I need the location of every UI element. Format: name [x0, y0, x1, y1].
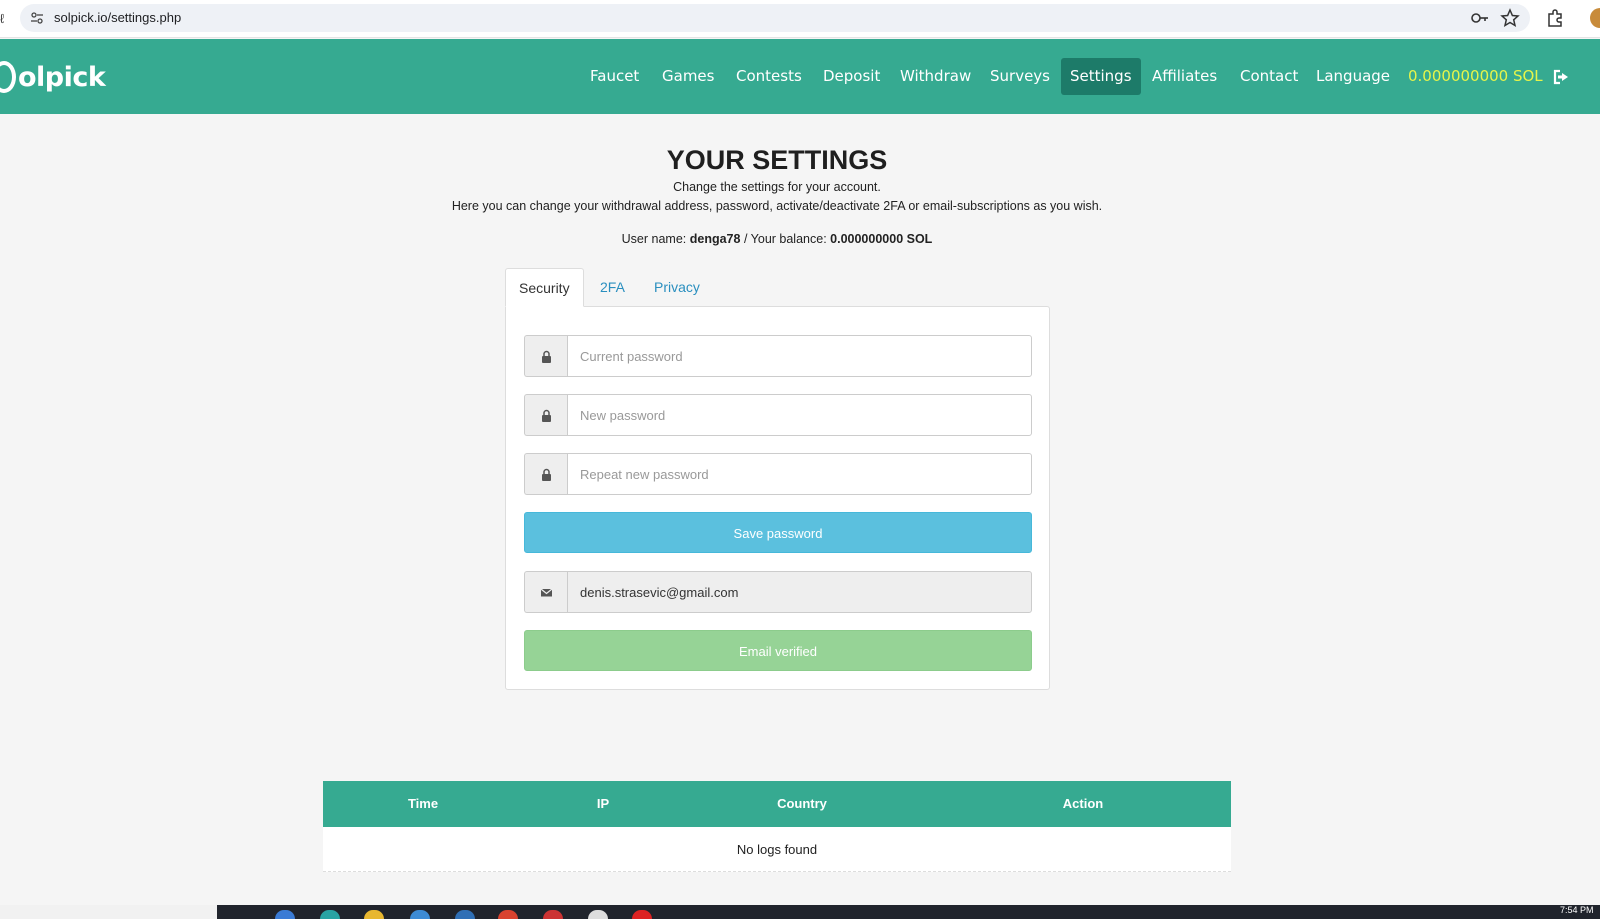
nav-games[interactable]: Games [662, 58, 714, 95]
email-verified-button: Email verified [524, 630, 1032, 671]
envelope-icon [524, 571, 567, 613]
extensions-icon[interactable] [1545, 8, 1565, 28]
nav-contests[interactable]: Contests [736, 58, 802, 95]
nav-contact[interactable]: Contact [1240, 58, 1298, 95]
email-group [524, 571, 1032, 613]
lock-icon [524, 394, 567, 436]
address-bar[interactable]: solpick.io/settings.php [20, 4, 1530, 32]
tab-security[interactable]: Security [505, 268, 584, 307]
lock-icon [524, 335, 567, 377]
os-taskbar: 7:54 PM [0, 905, 1600, 919]
nav-deposit[interactable]: Deposit [823, 58, 880, 95]
lock-icon [524, 453, 567, 495]
save-password-button[interactable]: Save password [524, 512, 1032, 553]
taskbar-app-icon[interactable] [320, 910, 340, 919]
column-header-ip: IP [596, 796, 610, 811]
login-logs-table: Time IP Country Action No logs found [323, 781, 1231, 872]
current-password-input[interactable] [567, 335, 1032, 377]
taskbar-app-icon[interactable] [455, 910, 475, 919]
logout-icon[interactable] [1553, 69, 1571, 85]
page-description: Here you can change your withdrawal addr… [451, 199, 1103, 213]
email-field[interactable] [567, 571, 1032, 613]
url-text[interactable]: solpick.io/settings.php [54, 10, 181, 25]
logo-ring-icon [0, 61, 16, 93]
taskbar-app-icon[interactable] [588, 910, 608, 919]
nav-withdraw[interactable]: Withdraw [900, 58, 971, 95]
repeat-password-input[interactable] [567, 453, 1032, 495]
taskbar-app-icon[interactable] [632, 910, 652, 919]
table-header: Time IP Country Action [323, 781, 1231, 827]
username-label: User name: [621, 232, 687, 246]
page-subtitle: Change the settings for your account. [673, 180, 881, 194]
reload-icon[interactable]: ℓ [0, 11, 4, 26]
current-password-group [524, 335, 1032, 377]
taskbar-app-icon[interactable] [410, 910, 430, 919]
balance-value: 0.000000000 SOL [830, 232, 933, 246]
new-password-group [524, 394, 1032, 436]
password-key-icon[interactable] [1470, 8, 1490, 28]
logo-text: olpick [18, 61, 106, 93]
header-balance: 0.000000000 SOL [1408, 67, 1543, 85]
browser-toolbar: ℓ solpick.io/settings.php [0, 0, 1600, 38]
taskbar-clock[interactable]: 7:54 PM [1560, 905, 1594, 915]
taskbar-app-icon[interactable] [275, 910, 295, 919]
taskbar-search-area[interactable] [0, 905, 217, 919]
profile-avatar[interactable] [1590, 8, 1600, 28]
nav-faucet[interactable]: Faucet [590, 58, 639, 95]
empty-logs-message: No logs found [323, 827, 1231, 872]
nav-settings[interactable]: Settings [1061, 58, 1141, 95]
tab-2fa[interactable]: 2FA [587, 268, 638, 307]
bookmark-star-icon[interactable] [1500, 8, 1520, 28]
taskbar-folder-icon[interactable] [364, 910, 384, 919]
column-header-action: Action [1062, 796, 1104, 811]
user-info-line: User name: denga78 / Your balance: 0.000… [0, 232, 1554, 246]
page-title: YOUR SETTINGS [666, 145, 888, 175]
new-password-input[interactable] [567, 394, 1032, 436]
tab-privacy[interactable]: Privacy [641, 268, 713, 307]
username-value: denga78 [689, 232, 741, 246]
taskbar-browser-icon[interactable] [498, 910, 518, 919]
site-info-icon[interactable] [30, 11, 44, 25]
taskbar-app-icon[interactable] [543, 910, 563, 919]
nav-affiliates[interactable]: Affiliates [1152, 58, 1217, 95]
site-header: olpick Faucet Games Contests Deposit Wit… [0, 39, 1600, 114]
column-header-time: Time [407, 796, 439, 811]
column-header-country: Country [777, 796, 827, 811]
balance-label: / Your balance: [743, 232, 827, 246]
repeat-password-group [524, 453, 1032, 495]
nav-surveys[interactable]: Surveys [990, 58, 1050, 95]
site-logo[interactable]: olpick [0, 57, 106, 97]
nav-language[interactable]: Language [1316, 58, 1390, 95]
